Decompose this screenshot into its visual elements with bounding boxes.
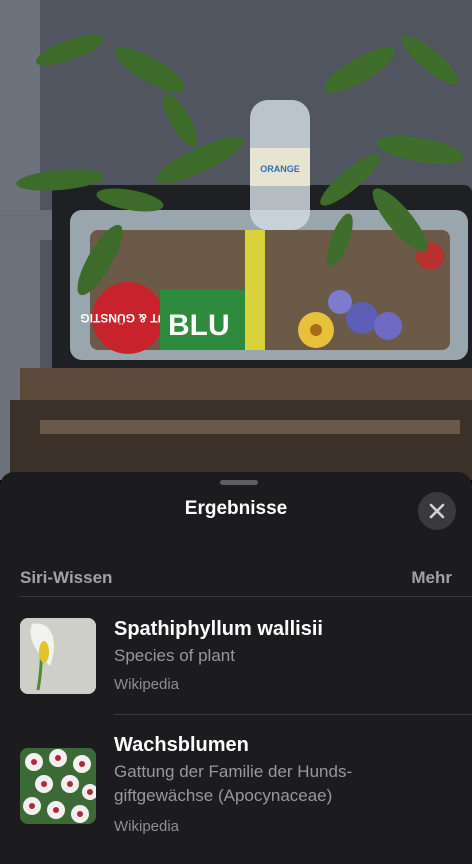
sheet-grabber[interactable] xyxy=(220,480,258,485)
result-source: Wikipedia xyxy=(114,818,180,835)
wax-flower-thumbnail-icon xyxy=(20,748,96,824)
section-header: Siri-Wissen Mehr xyxy=(20,566,452,590)
photo-view[interactable]: GUT & GÜNSTIG BLU ORANGE xyxy=(0,0,472,480)
bottle-label-text: ORANGE xyxy=(260,164,300,174)
photo-illustration: GUT & GÜNSTIG BLU ORANGE xyxy=(0,0,472,480)
more-link[interactable]: Mehr xyxy=(411,568,452,588)
result-source: Wikipedia xyxy=(114,676,180,693)
result-description: Species of plant xyxy=(114,646,235,665)
result-description: Gattung der Familie der Hunds-giftgewäch… xyxy=(114,762,353,805)
result-title: Wachsblumen xyxy=(114,734,249,756)
result-item-wachsblumen[interactable]: Wachsblumen Gattung der Familie der Hund… xyxy=(0,714,472,864)
close-button[interactable] xyxy=(418,492,456,530)
results-sheet[interactable]: Ergebnisse Siri-Wissen Mehr Spathiphyllu… xyxy=(0,472,472,864)
result-thumbnail xyxy=(20,748,96,824)
result-title: Spathiphyllum wallisii xyxy=(114,618,323,640)
visual-lookup-screen: GUT & GÜNSTIG BLU ORANGE Ergebnisse Siri… xyxy=(0,0,472,864)
sheet-title: Ergebnisse xyxy=(184,498,288,519)
xmark-icon xyxy=(429,503,445,519)
section-title: Siri-Wissen xyxy=(20,568,113,587)
result-item-spathiphyllum[interactable]: Spathiphyllum wallisii Species of plant … xyxy=(0,596,472,714)
result-thumbnail xyxy=(20,618,96,694)
peace-lily-thumbnail-icon xyxy=(20,618,96,694)
bag-brand-text: BLU xyxy=(168,309,230,342)
